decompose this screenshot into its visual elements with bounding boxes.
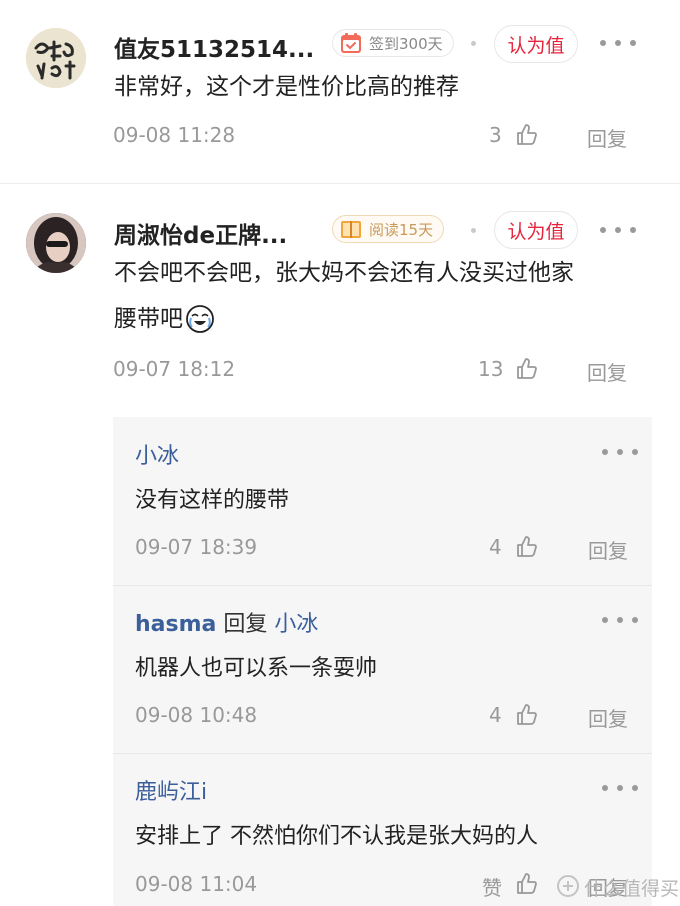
- reply-text: 机器人也可以系一条耍帅: [135, 656, 378, 681]
- thumb-up-icon[interactable]: [515, 123, 539, 147]
- comment-line: 不会吧不会吧，张大妈不会还有人没买过他家: [114, 260, 574, 286]
- like-label: 赞: [482, 876, 502, 900]
- site-logo-icon: [557, 875, 579, 897]
- avatar[interactable]: [26, 213, 86, 273]
- like-count: 13: [478, 357, 504, 381]
- comment-time: 09-07 18:12: [113, 357, 236, 381]
- like-count: 4: [489, 703, 502, 727]
- more-options-icon[interactable]: [600, 38, 636, 48]
- separator-dot: [471, 41, 476, 46]
- like-count: 3: [489, 123, 502, 147]
- thumb-up-icon[interactable]: [515, 535, 539, 559]
- reply-author[interactable]: 鹿屿江i: [135, 774, 207, 806]
- comment-time: 09-08 11:28: [113, 123, 236, 147]
- more-options-icon[interactable]: [600, 225, 636, 235]
- avatar[interactable]: [26, 28, 86, 88]
- worth-button[interactable]: 认为值: [494, 25, 578, 63]
- reply-divider: [113, 753, 652, 754]
- comment-line: 腰带吧: [114, 306, 183, 332]
- badge-label: 签到300天: [369, 34, 443, 53]
- comment-divider: [0, 183, 680, 184]
- reply-text: 没有这样的腰带: [135, 488, 290, 513]
- reply-time: 09-08 10:48: [135, 703, 258, 727]
- crying-laughing-emoji: [186, 305, 214, 333]
- reply-time: 09-07 18:39: [135, 535, 258, 559]
- thumb-up-icon[interactable]: [515, 872, 539, 896]
- reply-author[interactable]: hasma: [135, 612, 216, 637]
- comment-line-wrap: 腰带吧: [114, 296, 654, 342]
- watermark: 什么值得买: [584, 878, 680, 900]
- reply-word: 回复: [223, 612, 268, 637]
- reply-time: 09-08 11:04: [135, 872, 258, 896]
- reply-button[interactable]: 回复: [587, 123, 627, 152]
- book-icon: [341, 221, 361, 238]
- thumb-up-icon[interactable]: [515, 357, 539, 381]
- comment-text: 不会吧不会吧，张大妈不会还有人没买过他家 腰带吧: [114, 250, 654, 342]
- like-count: 4: [489, 535, 502, 559]
- username[interactable]: 周淑怡de正牌...: [114, 216, 287, 250]
- calligraphy-avatar-image: [26, 28, 86, 88]
- checkin-badge: 签到300天: [332, 29, 454, 57]
- username[interactable]: 值友51132514...: [114, 30, 314, 64]
- more-options-icon[interactable]: [602, 615, 638, 625]
- more-options-icon[interactable]: [602, 783, 638, 793]
- worth-button[interactable]: 认为值: [494, 211, 578, 249]
- badge-label: 阅读15天: [369, 220, 434, 239]
- reply-divider: [113, 585, 652, 586]
- calendar-check-icon: [341, 33, 361, 53]
- separator-dot: [471, 228, 476, 233]
- comment-line: 非常好，这个才是性价比高的推荐: [114, 74, 459, 100]
- reply-author[interactable]: 小冰: [135, 438, 179, 470]
- reply-target[interactable]: 小冰: [274, 612, 318, 637]
- reply-header: hasma 回复 小冰: [135, 606, 318, 638]
- more-options-icon[interactable]: [602, 447, 638, 457]
- reply-button[interactable]: 回复: [587, 357, 627, 386]
- reply-text: 安排上了 不然怕你们不认我是张大妈的人: [135, 824, 538, 849]
- reading-badge: 阅读15天: [332, 215, 445, 243]
- comment-text: 非常好，这个才是性价比高的推荐: [114, 64, 654, 110]
- portrait-avatar-image: [26, 213, 86, 273]
- reply-button[interactable]: 回复: [588, 535, 628, 564]
- thumb-up-icon[interactable]: [515, 703, 539, 727]
- reply-button[interactable]: 回复: [588, 703, 628, 732]
